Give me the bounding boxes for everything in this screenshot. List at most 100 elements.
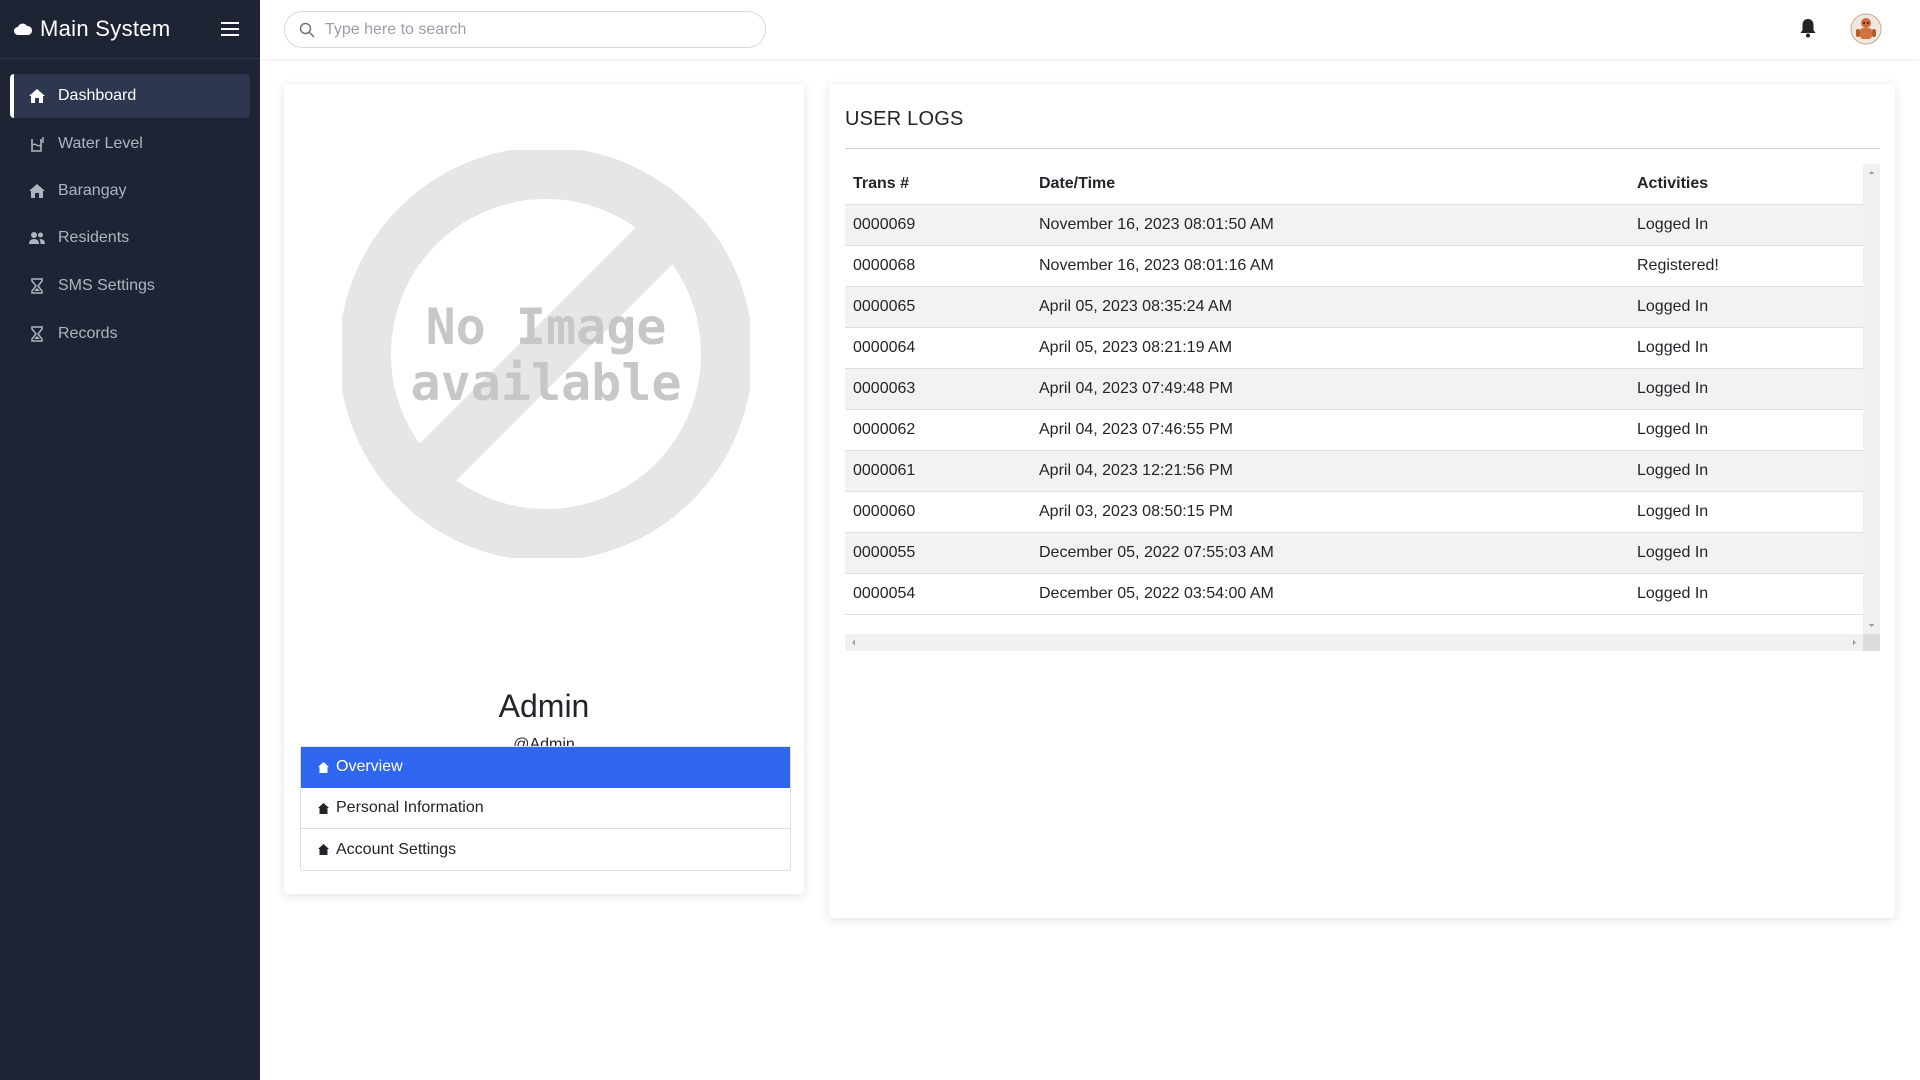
bell-icon[interactable] [1798, 17, 1818, 39]
table-row: 0000055 December 05, 2022 07:55:03 AM Lo… [845, 532, 1863, 574]
datetime-cell: April 05, 2023 08:21:19 AM [1031, 327, 1629, 369]
activity-cell: Logged In [1629, 368, 1863, 410]
datetime-cell: April 03, 2023 08:50:15 PM [1031, 491, 1629, 533]
hourglass-icon [28, 277, 46, 295]
no-image-text-line2: available [411, 354, 682, 412]
sidebar-item-label: SMS Settings [58, 277, 155, 294]
activity-cell: Logged In [1629, 532, 1863, 574]
sidebar-item-label: Barangay [58, 182, 127, 199]
table-row: 0000069 November 16, 2023 08:01:50 AM Lo… [845, 204, 1863, 246]
trans-cell: 0000063 [845, 368, 1031, 410]
datetime-cell: April 04, 2023 12:21:56 PM [1031, 450, 1629, 492]
table-row: 0000060 April 03, 2023 08:50:15 PM Logge… [845, 491, 1863, 533]
avatar[interactable] [1850, 13, 1882, 45]
trans-cell: 0000061 [845, 450, 1031, 492]
trans-cell: 0000069 [845, 204, 1031, 246]
datetime-cell: April 04, 2023 07:46:55 PM [1031, 409, 1629, 451]
table-header-row: Trans # Date/Time Activities [845, 164, 1863, 205]
table-row: 0000061 April 04, 2023 12:21:56 PM Logge… [845, 450, 1863, 492]
activity-cell: Logged In [1629, 491, 1863, 533]
scroll-down-arrow-icon[interactable] [1863, 617, 1880, 634]
datetime-cell: November 16, 2023 08:01:50 AM [1031, 204, 1629, 246]
activity-cell: Logged In [1629, 327, 1863, 369]
scrollbar-corner [1863, 634, 1880, 651]
datetime-cell: April 04, 2023 07:49:48 PM [1031, 368, 1629, 410]
scroll-right-arrow-icon[interactable] [1846, 634, 1863, 651]
datetime-cell: April 05, 2023 08:35:24 AM [1031, 286, 1629, 328]
trans-cell: 0000064 [845, 327, 1031, 369]
app-title: Main System [40, 16, 171, 41]
search-input[interactable] [323, 19, 747, 40]
activity-cell: Logged In [1629, 409, 1863, 451]
home-icon [317, 843, 330, 856]
sidebar-item-residents[interactable]: Residents [10, 216, 250, 260]
search-box[interactable] [284, 11, 766, 48]
home-icon [317, 761, 330, 774]
scroll-left-arrow-icon[interactable] [845, 634, 862, 651]
hourglass-icon [28, 325, 46, 343]
table-row: 0000065 April 05, 2023 08:35:24 AM Logge… [845, 286, 1863, 328]
water-level-icon [28, 135, 46, 153]
no-image-placeholder: No Image available [342, 150, 750, 558]
trans-cell: 0000065 [845, 286, 1031, 328]
scroll-up-arrow-icon[interactable] [1863, 164, 1880, 181]
sidebar-item-sms-settings[interactable]: SMS Settings [10, 264, 250, 308]
logs-table-container: Trans # Date/Time Activities 0000069 Nov… [845, 164, 1880, 735]
activity-cell: Logged In [1629, 573, 1863, 615]
activity-cell: Logged In [1629, 204, 1863, 246]
no-image-text-line1: No Image [426, 298, 667, 356]
brand: Main System [0, 0, 260, 59]
user-logs-card: USER LOGS Trans # Date/Time Activities 0… [829, 84, 1895, 918]
profile-menu-label: Overview [336, 758, 403, 775]
sidebar-nav: Dashboard Water Level Barangay Residents… [0, 59, 260, 356]
sidebar-item-label: Residents [58, 229, 130, 246]
logs-table-body: 0000069 November 16, 2023 08:01:50 AM Lo… [845, 204, 1863, 615]
trans-cell: 0000060 [845, 491, 1031, 533]
cloud-icon [14, 23, 32, 35]
column-header-trans[interactable]: Trans # [845, 164, 1031, 205]
profile-menu-account-settings[interactable]: Account Settings [301, 829, 790, 870]
sidebar-item-records[interactable]: Records [10, 312, 250, 356]
users-icon [28, 229, 46, 247]
home-icon [317, 802, 330, 815]
table-row: 0000062 April 04, 2023 07:46:55 PM Logge… [845, 409, 1863, 451]
divider [845, 148, 1880, 149]
trans-cell: 0000054 [845, 573, 1031, 615]
hamburger-menu-icon[interactable] [220, 20, 240, 38]
home-icon [28, 182, 46, 200]
horizontal-scrollbar[interactable] [845, 634, 1863, 651]
profile-menu-personal-information[interactable]: Personal Information [301, 788, 790, 829]
sidebar-item-dashboard[interactable]: Dashboard [10, 74, 250, 118]
datetime-cell: November 16, 2023 08:01:16 AM [1031, 245, 1629, 287]
sidebar-item-label: Dashboard [58, 87, 137, 104]
search-icon [299, 22, 315, 38]
vertical-scrollbar[interactable] [1863, 164, 1880, 634]
profile-menu-overview[interactable]: Overview [301, 747, 790, 788]
profile-card: No Image available Admin @Admin Administ… [284, 84, 804, 894]
activity-cell: Logged In [1629, 450, 1863, 492]
sidebar-item-water-level[interactable]: Water Level [10, 122, 250, 166]
sidebar: Main System Dashboard Water Level Barang… [0, 0, 260, 1080]
table-row: 0000064 April 05, 2023 08:21:19 AM Logge… [845, 327, 1863, 369]
column-header-activities[interactable]: Activities [1629, 164, 1863, 205]
profile-name: Admin [498, 688, 590, 724]
table-row: 0000063 April 04, 2023 07:49:48 PM Logge… [845, 368, 1863, 410]
activity-cell: Logged In [1629, 286, 1863, 328]
home-icon [28, 87, 46, 105]
table-row: 0000068 November 16, 2023 08:01:16 AM Re… [845, 245, 1863, 287]
profile-menu: Overview Personal Information Account Se… [300, 746, 791, 871]
topbar [260, 0, 1920, 59]
trans-cell: 0000062 [845, 409, 1031, 451]
sidebar-item-barangay[interactable]: Barangay [10, 169, 250, 213]
activity-cell: Registered! [1629, 245, 1863, 287]
trans-cell: 0000055 [845, 532, 1031, 574]
profile-menu-label: Account Settings [336, 840, 457, 858]
sidebar-item-label: Records [58, 325, 118, 342]
table-row: 0000054 December 05, 2022 03:54:00 AM Lo… [845, 573, 1863, 615]
logs-title: USER LOGS [845, 108, 964, 130]
profile-menu-label: Personal Information [336, 799, 484, 816]
sidebar-item-label: Water Level [58, 135, 143, 152]
column-header-datetime[interactable]: Date/Time [1031, 164, 1629, 205]
logs-table: Trans # Date/Time Activities 0000069 Nov… [845, 164, 1863, 615]
datetime-cell: December 05, 2022 07:55:03 AM [1031, 532, 1629, 574]
